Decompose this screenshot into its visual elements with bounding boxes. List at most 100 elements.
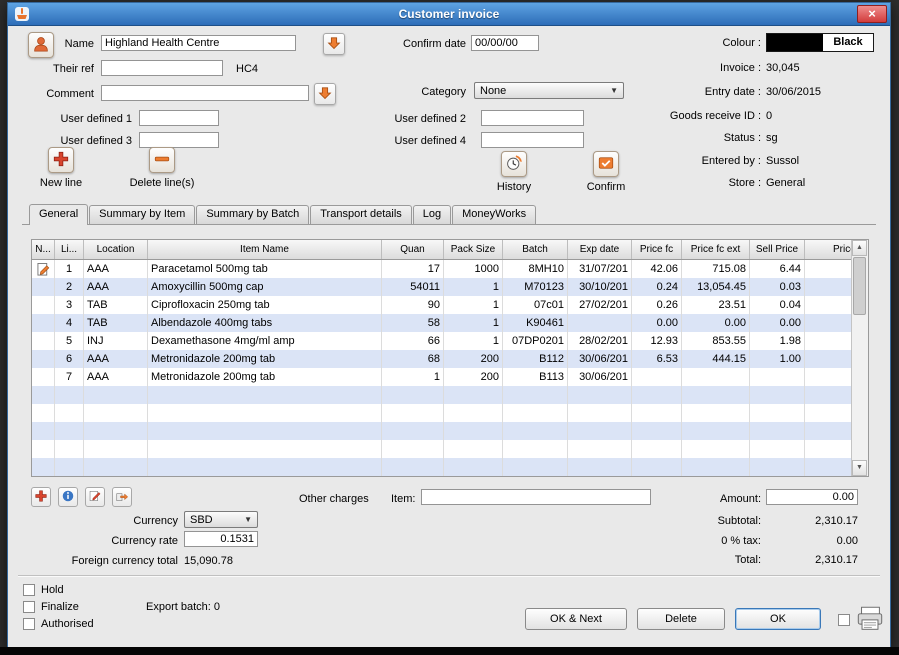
table-row-empty (32, 386, 869, 404)
cell: K90461 (503, 314, 568, 332)
cell-empty (55, 422, 84, 440)
table-row-empty (32, 458, 869, 476)
table-row[interactable]: 5INJDexamethasone 4mg/ml amp66107DP02012… (32, 332, 869, 350)
user-defined-1-label: User defined 1 (8, 112, 132, 126)
info-mini-button[interactable] (58, 487, 78, 507)
add-line-mini-button[interactable] (31, 487, 51, 507)
cell: 1000 (444, 260, 503, 279)
user-defined-2-input[interactable] (481, 110, 584, 126)
column-header[interactable]: Quan (382, 240, 444, 260)
column-header[interactable]: N... (32, 240, 55, 260)
cell-empty (382, 422, 444, 440)
cell: 17 (382, 260, 444, 279)
ok-button[interactable]: OK (735, 608, 821, 630)
cell: 1.98 (750, 332, 805, 350)
close-button[interactable]: × (857, 5, 887, 23)
printer-icon[interactable] (855, 605, 885, 635)
cell-empty (444, 386, 503, 404)
cell: 23.51 (682, 296, 750, 314)
cell (750, 368, 805, 386)
entry-date-value: 30/06/2015 (766, 85, 821, 99)
cell-empty (632, 422, 682, 440)
cell: 31/07/201 (568, 260, 632, 279)
column-header[interactable]: Batch (503, 240, 568, 260)
charge-item-input[interactable] (421, 489, 651, 505)
tab-general[interactable]: General (29, 204, 88, 225)
user-defined-3-input[interactable] (139, 132, 219, 148)
hold-checkbox[interactable] (23, 584, 35, 596)
table-row-empty (32, 422, 869, 440)
scroll-down-icon[interactable]: ▼ (852, 460, 867, 476)
table-row[interactable]: 6AAAMetronidazole 200mg tab68200B11230/0… (32, 350, 869, 368)
authorised-checkbox[interactable] (23, 618, 35, 630)
vertical-scrollbar[interactable]: ▲ ▼ (851, 240, 868, 476)
name-input[interactable] (101, 35, 296, 51)
cell: Albendazole 400mg tabs (148, 314, 382, 332)
tab-summary-by-batch[interactable]: Summary by Batch (196, 205, 309, 224)
entry-date-label: Entry date : (630, 85, 761, 99)
confirm-date-input[interactable] (471, 35, 539, 51)
edit-mini-button[interactable] (85, 487, 105, 507)
cell-empty (84, 386, 148, 404)
colour-picker[interactable]: Black (766, 33, 874, 52)
user-defined-1-input[interactable] (139, 110, 219, 126)
history-button[interactable] (501, 151, 527, 177)
tab-moneyworks[interactable]: MoneyWorks (452, 205, 536, 224)
column-header[interactable]: Price fc ext (682, 240, 750, 260)
export-mini-button[interactable] (112, 487, 132, 507)
cell-empty (55, 440, 84, 458)
column-header[interactable]: Sell Price (750, 240, 805, 260)
cell-empty (682, 458, 750, 476)
column-header[interactable]: Pack Size (444, 240, 503, 260)
table-row[interactable]: 1AAAParacetamol 500mg tab1710008MH1031/0… (32, 260, 869, 279)
cell: 0.00 (750, 314, 805, 332)
confirm-button[interactable] (593, 151, 619, 177)
category-select[interactable]: None ▼ (474, 82, 624, 99)
delete-lines-button[interactable] (149, 147, 175, 173)
tax-value: 0.00 (708, 534, 858, 548)
chevron-down-icon: ▼ (610, 86, 618, 95)
amount-input[interactable] (766, 489, 858, 505)
delete-button[interactable]: Delete (637, 608, 725, 630)
title-bar[interactable]: Customer invoice × (8, 3, 890, 26)
column-header[interactable]: Item Name (148, 240, 382, 260)
customer-invoice-window: Customer invoice × Name Confirm date Col… (7, 2, 891, 648)
their-ref-input[interactable] (101, 60, 223, 76)
scroll-up-icon[interactable]: ▲ (852, 240, 867, 256)
table-row[interactable]: 4TABAlbendazole 400mg tabs581K904610.000… (32, 314, 869, 332)
ok-next-button[interactable]: OK & Next (525, 608, 627, 630)
table-row-empty (32, 404, 869, 422)
cell: 30/10/201 (568, 278, 632, 296)
table-row[interactable]: 2AAAAmoxycillin 500mg cap540111M7012330/… (32, 278, 869, 296)
column-header[interactable]: Exp date (568, 240, 632, 260)
cell-empty (750, 404, 805, 422)
cell-empty (32, 404, 55, 422)
column-header[interactable]: Location (84, 240, 148, 260)
note-edit-icon[interactable] (32, 260, 55, 279)
cell: 42.06 (632, 260, 682, 279)
cell-empty (568, 458, 632, 476)
print-checkbox[interactable] (838, 614, 850, 626)
cell-empty (568, 422, 632, 440)
tab-log[interactable]: Log (413, 205, 451, 224)
cell-empty (568, 404, 632, 422)
table-row[interactable]: 3TABCiprofloxacin 250mg tab90107c0127/02… (32, 296, 869, 314)
currency-select[interactable]: SBD ▼ (184, 511, 258, 528)
column-header[interactable]: Price fc (632, 240, 682, 260)
table-row[interactable]: 7AAAMetronidazole 200mg tab1200B11330/06… (32, 368, 869, 386)
currency-rate-input[interactable] (184, 531, 258, 547)
new-line-button[interactable] (48, 147, 74, 173)
tab-transport-details[interactable]: Transport details (310, 205, 412, 224)
tab-summary-by-item[interactable]: Summary by Item (89, 205, 195, 224)
plus-icon (52, 150, 70, 171)
cell-empty (148, 386, 382, 404)
foreign-currency-total-label: Foreign currency total (28, 554, 178, 568)
cell: Metronidazole 200mg tab (148, 368, 382, 386)
comment-input[interactable] (101, 85, 309, 101)
column-header[interactable]: Li... (55, 240, 84, 260)
cell-empty (148, 440, 382, 458)
cell-empty (632, 440, 682, 458)
user-defined-4-input[interactable] (481, 132, 584, 148)
finalize-checkbox[interactable] (23, 601, 35, 613)
scrollbar-thumb[interactable] (853, 257, 866, 315)
